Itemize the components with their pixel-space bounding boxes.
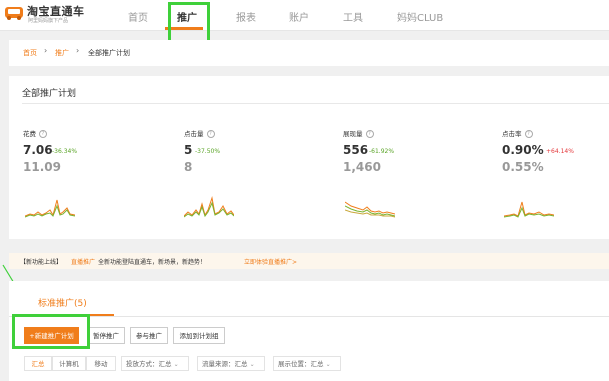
breadcrumb-current: 全部推广计划 (88, 49, 130, 57)
tab-divider (9, 316, 609, 317)
metric-label-cost: 花费? (23, 128, 47, 138)
delivery-mode-select[interactable]: 投放方式：汇总 ⌄ (121, 356, 189, 371)
breadcrumb-promotion[interactable]: 推广 (55, 48, 69, 58)
segment-mobile[interactable]: 移动 (86, 356, 116, 371)
metric-label-impressions: 展现量? (343, 128, 374, 138)
metric-compare-impressions: 1,460 (343, 160, 381, 174)
metric-compare-ctr: 0.55% (502, 160, 544, 174)
sparkline-ctr (504, 201, 554, 218)
sparkline-clicks (184, 196, 234, 218)
join-promotion-button[interactable]: 参与推广 (130, 327, 168, 344)
metric-change-impressions: -61.92% (369, 148, 395, 155)
nav-item-home[interactable]: 首页 (128, 9, 148, 24)
breadcrumb-separator-icon: › (44, 46, 48, 55)
metric-value-cost: 7.06 (23, 143, 53, 157)
chevron-down-icon: ⌄ (173, 361, 179, 368)
chevron-down-icon: ⌄ (325, 361, 331, 368)
metric-compare-cost: 11.09 (23, 160, 61, 174)
metric-compare-clicks: 8 (184, 160, 193, 174)
nav-item-tools[interactable]: 工具 (343, 9, 363, 24)
metric-label-clicks: 点击量? (184, 128, 215, 138)
help-icon[interactable]: ? (365, 130, 374, 138)
car-logo-icon[interactable] (4, 3, 24, 21)
sparkline-cost (25, 199, 75, 218)
metric-label-ctr: 点击率? (502, 128, 533, 138)
help-icon[interactable]: ? (524, 130, 533, 138)
tab-standard-promotion[interactable]: 标准推广(5) (38, 296, 87, 309)
highlight-box-new-plan (12, 314, 90, 349)
add-to-group-button[interactable]: 添加到计划组 (173, 327, 225, 344)
metric-value-ctr: 0.90% (502, 143, 544, 157)
nav-item-mama-club[interactable]: 妈妈CLUB (397, 9, 443, 24)
panel-divider (22, 103, 609, 104)
logo-subtitle: 阿里妈妈旗下产品 (28, 18, 69, 24)
metric-change-cost: -36.34% (52, 148, 78, 155)
sparkline-impressions (345, 201, 395, 218)
metric-change-ctr: +64.14% (546, 148, 574, 155)
segment-pc[interactable]: 计算机 (52, 356, 86, 371)
metric-value-clicks: 5 (184, 143, 193, 157)
help-icon[interactable]: ? (206, 130, 215, 138)
metric-change-clicks: -37.50% (195, 148, 221, 155)
banner-link-try[interactable]: 立即体验直播推广> (244, 257, 297, 266)
chevron-down-icon: ⌄ (249, 361, 255, 368)
display-position-select[interactable]: 展示位置：汇总 ⌄ (273, 356, 341, 371)
panel-title: 全部推广计划 (22, 89, 77, 99)
traffic-source-select[interactable]: 流量来源：汇总 ⌄ (197, 356, 265, 371)
banner-text: 全新功能登陆直通车，新场景，新趋势！ (98, 259, 207, 266)
breadcrumb-home[interactable]: 首页 (23, 48, 37, 58)
metric-value-impressions: 556 (343, 143, 369, 157)
segment-summary[interactable]: 汇总 (24, 356, 52, 371)
pause-promotion-button[interactable]: 暂停推广 (87, 327, 125, 344)
breadcrumb-separator-icon: › (76, 46, 80, 55)
banner-link-live[interactable]: 直播推广 (71, 257, 95, 266)
nav-item-account[interactable]: 账户 (289, 9, 309, 24)
help-icon[interactable]: ? (39, 130, 47, 138)
nav-item-reports[interactable]: 报表 (236, 9, 256, 24)
